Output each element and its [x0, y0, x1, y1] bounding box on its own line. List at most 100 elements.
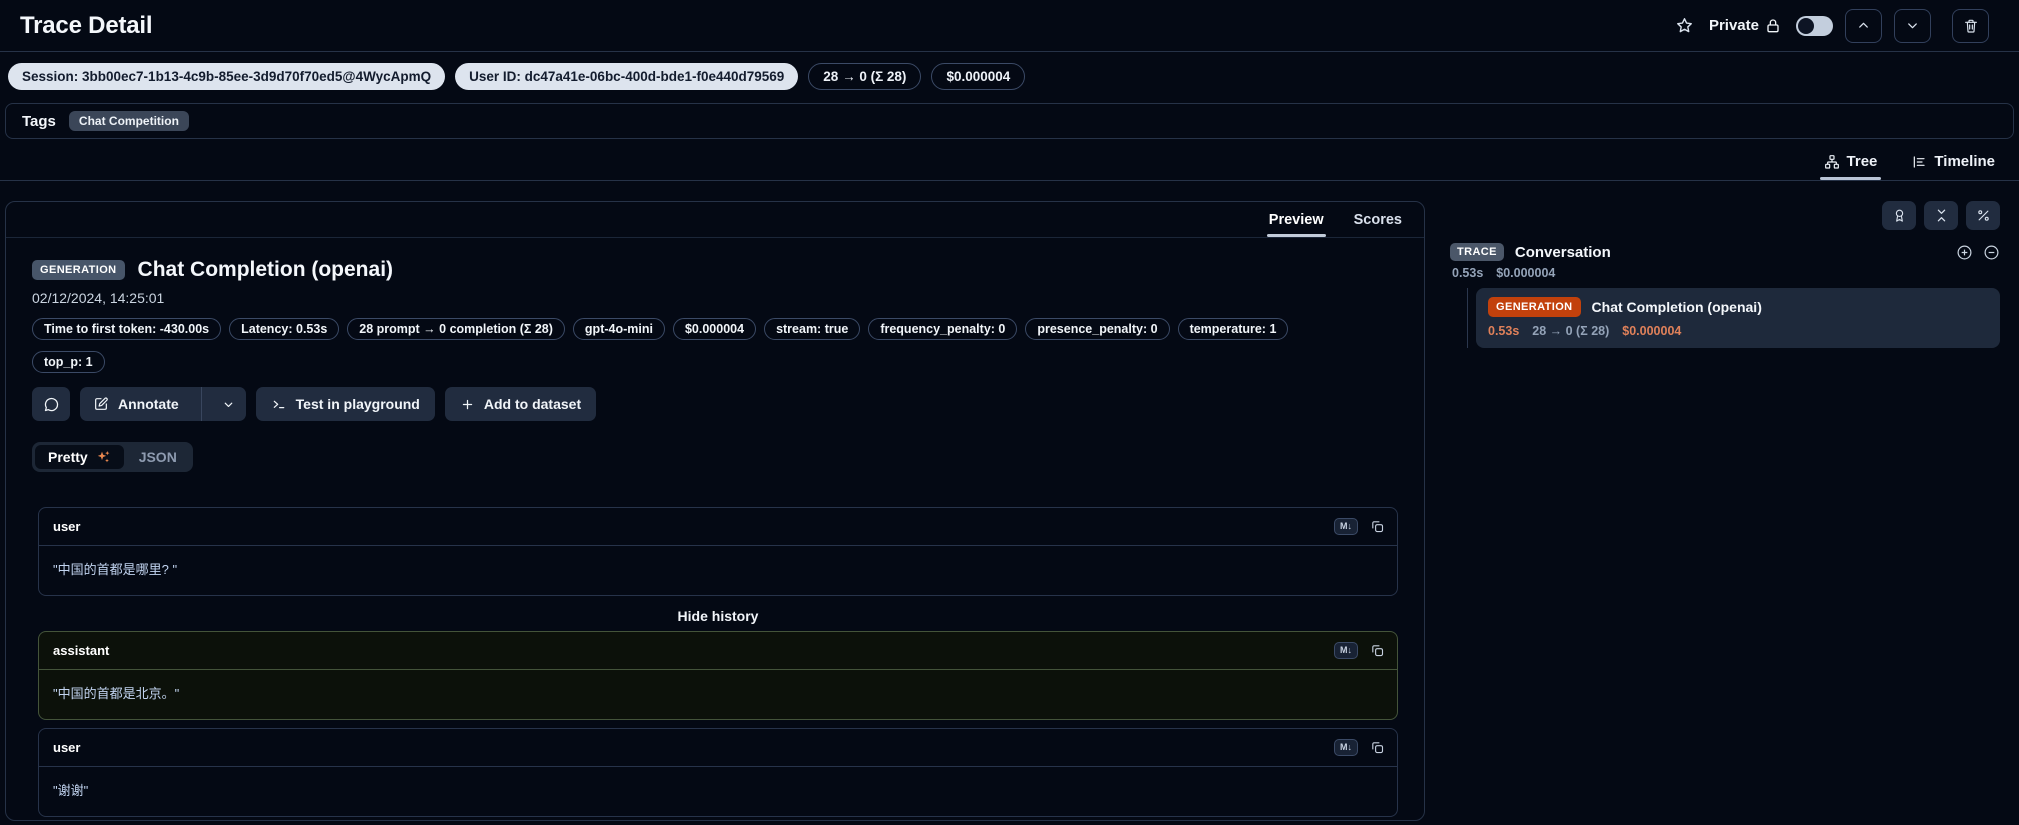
award-icon [1892, 208, 1907, 223]
message-header: user M↓ [39, 508, 1397, 546]
privacy-label: Private [1709, 17, 1759, 34]
next-trace-button[interactable] [1894, 9, 1931, 43]
cost-badge: $0.000004 [931, 63, 1025, 90]
user-id-badge[interactable]: User ID: dc47a41e-06bc-400d-bde1-f0e440d… [455, 63, 798, 90]
app-header: Trace Detail Private [0, 0, 2019, 52]
split-divider [201, 387, 202, 421]
lock-icon [1765, 18, 1781, 34]
observation-body: GENERATION Chat Completion (openai) 02/1… [6, 238, 1424, 817]
message-content: "谢谢" [39, 767, 1397, 816]
tab-scores[interactable]: Scores [1352, 202, 1404, 237]
copy-button[interactable] [1370, 519, 1385, 534]
tab-pretty-label: Pretty [48, 449, 88, 465]
add-to-dataset-button[interactable]: Add to dataset [445, 387, 596, 421]
tab-preview[interactable]: Preview [1267, 202, 1326, 237]
trace-detail-page: Trace Detail Private [0, 0, 2019, 825]
tab-scores-label: Scores [1354, 212, 1402, 228]
expand-all-button[interactable] [1956, 244, 1973, 261]
generation-tokens: 28 → 0 (Σ 28) [1532, 324, 1609, 338]
collapse-all-button[interactable] [1924, 201, 1958, 230]
comment-button[interactable] [32, 387, 70, 421]
token-count-badge: 28 prompt → 0 completion (Σ 28) [347, 318, 565, 340]
observation-actions: Annotate Test in playgroun [32, 387, 1398, 421]
star-icon [1675, 16, 1694, 35]
delete-trace-button[interactable] [1952, 9, 1989, 43]
view-tabs: Tree Timeline [0, 143, 2019, 181]
star-button[interactable] [1675, 16, 1694, 35]
annotate-label: Annotate [118, 396, 179, 412]
tab-timeline-label: Timeline [1934, 153, 1995, 170]
tab-tree[interactable]: Tree [1822, 143, 1880, 180]
trace-tree-panel: TRACE Conversation [1440, 201, 2019, 348]
trash-icon [1963, 18, 1979, 34]
cost-detail-badge: $0.000004 [673, 318, 756, 340]
message-role: assistant [53, 643, 109, 658]
trace-node[interactable]: TRACE Conversation [1450, 243, 2000, 261]
model-badge[interactable]: gpt-4o-mini [573, 318, 665, 340]
message-role: user [53, 740, 80, 755]
message-header: assistant M↓ [39, 632, 1397, 670]
copy-button[interactable] [1370, 740, 1385, 755]
annotate-button[interactable]: Annotate [80, 387, 192, 421]
collapse-node-button[interactable] [1983, 244, 2000, 261]
observation-timestamp: 02/12/2024, 14:25:01 [32, 290, 1398, 306]
observation-type-badge: GENERATION [32, 260, 125, 280]
chevron-down-icon [222, 398, 235, 411]
trace-type-badge: TRACE [1450, 243, 1504, 261]
tag-chip[interactable]: Chat Competition [69, 111, 189, 131]
copy-icon [1370, 519, 1385, 534]
previous-trace-button[interactable] [1845, 9, 1882, 43]
message-card-user-2: user M↓ "谢谢" [38, 728, 1398, 817]
markdown-toggle-button[interactable]: M↓ [1334, 642, 1358, 659]
playground-button[interactable]: Test in playground [256, 387, 435, 421]
stream-badge: stream: true [764, 318, 860, 340]
copy-button[interactable] [1370, 643, 1385, 658]
metric-badges-row: Time to first token: -430.00s Latency: 0… [32, 318, 1398, 340]
tags-section: Tags Chat Competition [5, 103, 2014, 139]
chevron-up-icon [1856, 18, 1871, 33]
timeline-icon [1911, 154, 1927, 170]
percent-icon [1976, 208, 1991, 223]
tab-pretty[interactable]: Pretty [35, 445, 124, 469]
copy-icon [1370, 740, 1385, 755]
tab-tree-label: Tree [1847, 153, 1878, 170]
tab-timeline[interactable]: Timeline [1909, 143, 1997, 180]
playground-icon [271, 396, 287, 412]
messages-list: user M↓ "中国的首都是哪里? " [38, 507, 1398, 817]
generation-node[interactable]: GENERATION Chat Completion (openai) 0.53… [1476, 288, 2000, 348]
message-content: "中国的首都是哪里? " [39, 546, 1397, 595]
generation-stats: 0.53s 28 → 0 (Σ 28) $0.000004 [1488, 324, 1988, 338]
copy-icon [1370, 643, 1385, 658]
observation-title: Chat Completion (openai) [138, 258, 394, 282]
message-header: user M↓ [39, 729, 1397, 767]
tab-json-label: JSON [139, 449, 177, 465]
metric-badges-row-2: top_p: 1 [32, 351, 1398, 373]
plus-circle-icon [1956, 244, 1973, 261]
markdown-toggle-button[interactable]: M↓ [1334, 739, 1358, 756]
time-to-first-token-badge: Time to first token: -430.00s [32, 318, 221, 340]
annotate-dropdown-button[interactable] [211, 387, 246, 421]
temperature-badge: temperature: 1 [1178, 318, 1289, 340]
trace-stats: 0.53s $0.000004 [1452, 266, 2000, 280]
annotations-toggle-button[interactable] [1882, 201, 1916, 230]
frequency-penalty-badge: frequency_penalty: 0 [868, 318, 1017, 340]
metrics-toggle-button[interactable] [1966, 201, 2000, 230]
trace-title: Conversation [1515, 244, 1611, 261]
add-to-dataset-label: Add to dataset [484, 396, 581, 412]
generation-title: Chat Completion (openai) [1592, 299, 1762, 315]
tags-label: Tags [22, 113, 56, 130]
toggle-knob [1798, 18, 1814, 34]
tree-icon [1824, 154, 1840, 170]
generation-latency: 0.53s [1488, 324, 1519, 338]
trace-latency: 0.53s [1452, 266, 1483, 280]
hide-history-link[interactable]: Hide history [38, 608, 1398, 624]
markdown-toggle-button[interactable]: M↓ [1334, 518, 1358, 535]
public-toggle[interactable] [1796, 16, 1833, 36]
observation-panel-tabs: Preview Scores [6, 202, 1424, 238]
page-title: Trace Detail [20, 12, 152, 40]
session-badge[interactable]: Session: 3bb00ec7-1b13-4c9b-85ee-3d9d70f… [8, 63, 445, 90]
generation-type-badge: GENERATION [1488, 297, 1581, 317]
trace-cost: $0.000004 [1496, 266, 1555, 280]
message-role: user [53, 519, 80, 534]
tab-json[interactable]: JSON [126, 445, 190, 469]
